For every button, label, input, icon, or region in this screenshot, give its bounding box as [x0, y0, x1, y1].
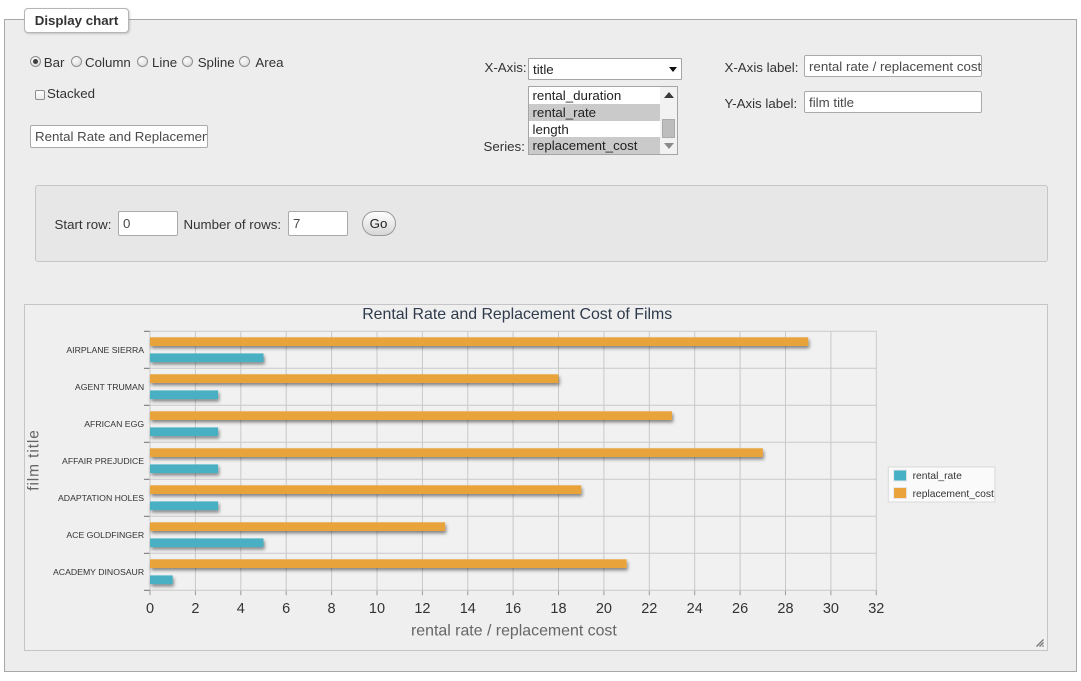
svg-text:14: 14: [460, 601, 476, 617]
svg-text:ACE GOLDFINGER: ACE GOLDFINGER: [66, 530, 144, 540]
svg-text:28: 28: [777, 601, 793, 617]
svg-text:18: 18: [550, 601, 566, 617]
svg-text:22: 22: [641, 601, 657, 617]
svg-text:10: 10: [369, 601, 385, 617]
svg-text:ADAPTATION HOLES: ADAPTATION HOLES: [58, 493, 144, 503]
svg-text:AFFAIR PREJUDICE: AFFAIR PREJUDICE: [62, 456, 144, 466]
svg-text:32: 32: [868, 601, 884, 617]
svg-text:0: 0: [146, 601, 154, 617]
svg-text:AGENT TRUMAN: AGENT TRUMAN: [75, 382, 144, 392]
svg-text:6: 6: [282, 601, 290, 617]
svg-text:8: 8: [328, 601, 336, 617]
svg-text:26: 26: [732, 601, 748, 617]
svg-text:30: 30: [823, 601, 839, 617]
svg-text:2: 2: [191, 601, 199, 617]
svg-text:12: 12: [414, 601, 430, 617]
svg-text:AIRPLANE SIERRA: AIRPLANE SIERRA: [66, 345, 144, 355]
svg-text:rental_rate: rental_rate: [913, 471, 963, 482]
svg-text:Rental Rate and Replacement Co: Rental Rate and Replacement Cost of Film…: [362, 306, 672, 323]
svg-text:4: 4: [237, 601, 245, 617]
svg-text:AFRICAN EGG: AFRICAN EGG: [84, 419, 144, 429]
svg-text:20: 20: [596, 601, 612, 617]
svg-text:rental rate / replacement cost: rental rate / replacement cost: [411, 622, 617, 639]
svg-text:film title: film title: [26, 429, 43, 491]
svg-text:ACADEMY DINOSAUR: ACADEMY DINOSAUR: [53, 567, 144, 577]
svg-text:16: 16: [505, 601, 521, 617]
svg-text:24: 24: [687, 601, 703, 617]
svg-text:replacement_cost: replacement_cost: [913, 489, 994, 500]
